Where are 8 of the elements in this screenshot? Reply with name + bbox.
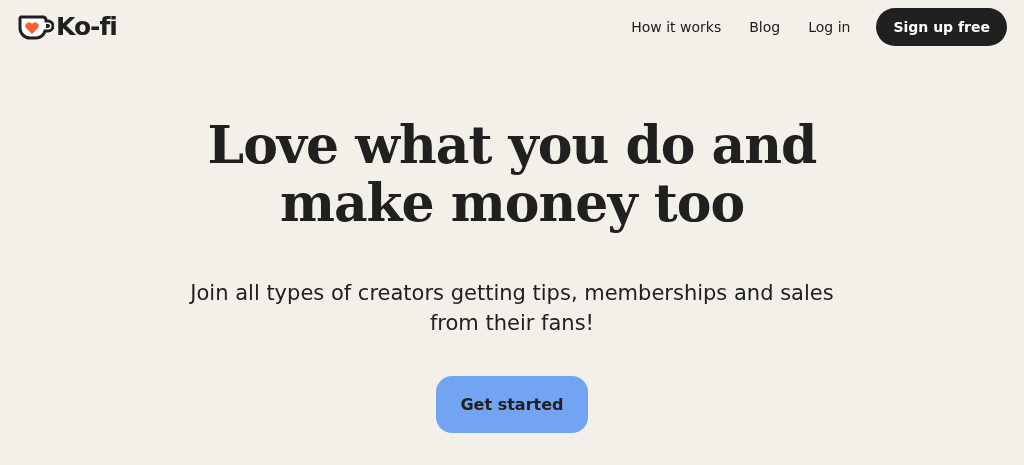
sign-up-button[interactable]: Sign up free: [876, 7, 1007, 46]
nav-link[interactable]: Blog: [749, 18, 781, 35]
nav-link[interactable]: Log in: [808, 18, 851, 35]
get-started-button[interactable]: Get started: [436, 376, 588, 433]
subtitle: Join all types of creators getting tips, memberships and sales from their fans!: [188, 280, 835, 337]
logo-text[interactable]: Ko-fi: [56, 12, 117, 41]
nav-link[interactable]: How it works: [631, 18, 722, 35]
headline: Love what you do and make money too: [207, 116, 817, 232]
